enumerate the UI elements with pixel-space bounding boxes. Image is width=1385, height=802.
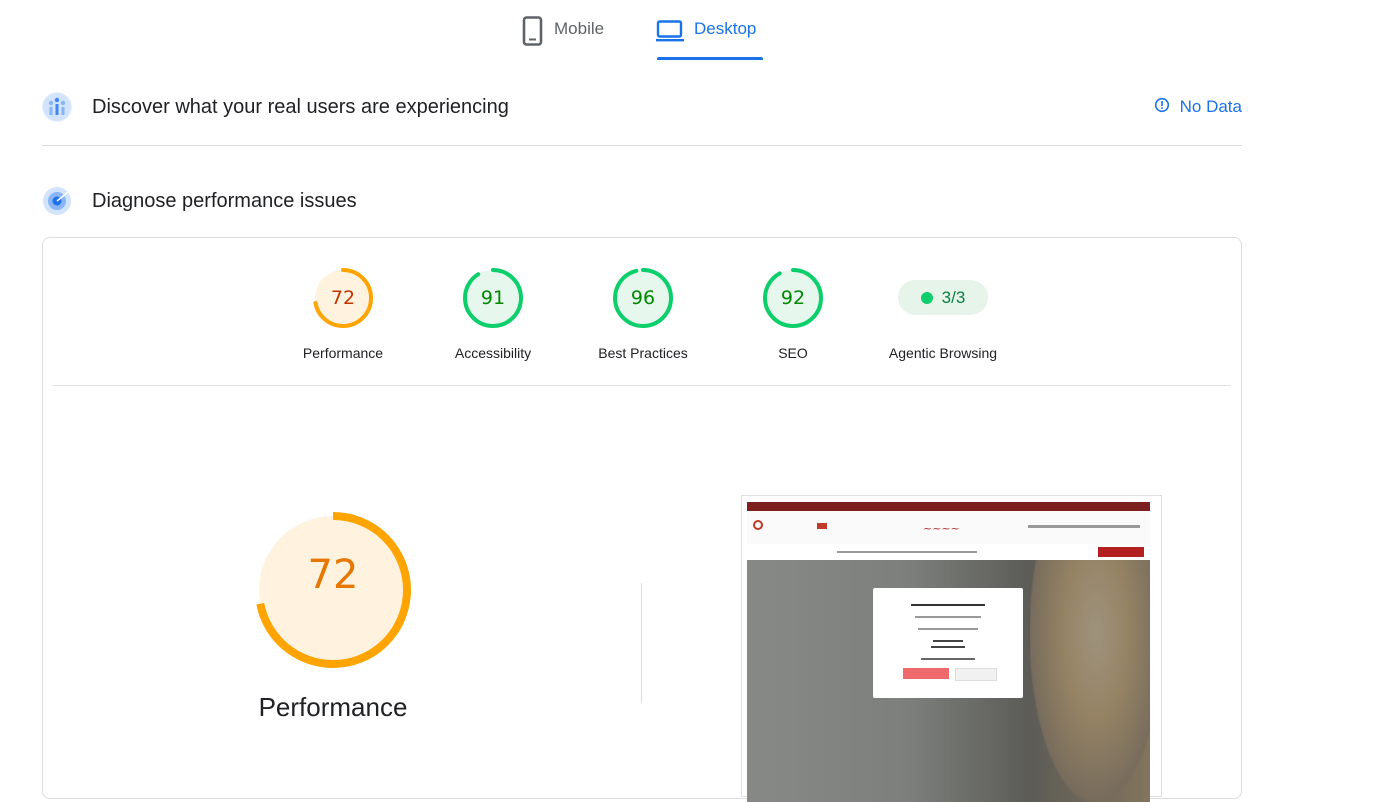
gauge-label: Best Practices (598, 345, 688, 361)
gauge-label: SEO (778, 345, 808, 361)
performance-main-score: 72 (307, 552, 359, 598)
screenshot-topbar (747, 502, 1150, 511)
active-tab-indicator (657, 57, 763, 60)
screenshot-image: ~~~~ (747, 502, 1150, 802)
gauge-accessibility[interactable]: 91 Accessibility (423, 267, 563, 361)
category-gauges: 72 Performance 91 Accessibility 96 Best … (43, 238, 1241, 386)
laptop-icon (656, 20, 684, 47)
screenshot-nav (747, 544, 1150, 560)
smartphone-icon (522, 16, 544, 51)
performance-main-label: Performance (258, 692, 408, 722)
gauge-best-practices[interactable]: 96 Best Practices (573, 267, 713, 361)
lighthouse-report-card: 72 Performance 91 Accessibility 96 Best … (42, 237, 1242, 802)
screenshot-modal (873, 588, 1023, 698)
field-data-section: Discover what your real users are experi… (42, 87, 1242, 127)
section-divider (42, 145, 1242, 146)
screenshot-logo: ~~~~ (923, 522, 960, 535)
gauge-score: 72 (330, 287, 356, 309)
tab-desktop-label: Desktop (694, 19, 757, 38)
gauge-label: Performance (302, 345, 384, 361)
info-icon (1154, 97, 1170, 118)
vertical-separator (641, 583, 642, 703)
tab-mobile[interactable]: Mobile (522, 12, 604, 60)
gauge-score: 96 (630, 287, 656, 309)
no-data-label: No Data (1179, 97, 1242, 116)
diagnose-title: Diagnose performance issues (92, 189, 357, 212)
tab-desktop[interactable]: Desktop (656, 12, 756, 60)
device-tabs: Mobile Desktop (0, 0, 1385, 60)
no-data-link[interactable]: No Data (1154, 87, 1242, 127)
diagnose-target-icon (42, 186, 72, 216)
screenshot-header: ~~~~ (747, 511, 1150, 545)
pass-dot-icon (920, 291, 933, 304)
gauge-score: 91 (480, 287, 506, 309)
gauge-agentic-browsing[interactable]: 3/3 Agentic Browsing (873, 267, 1013, 361)
gauge-performance[interactable]: 72 Performance (273, 267, 413, 361)
lab-data-section: Diagnose performance issues (42, 181, 1242, 221)
gauge-score: 92 (780, 287, 806, 309)
agentic-score-pill: 3/3 (898, 280, 988, 315)
card-divider (53, 385, 1231, 386)
tab-mobile-label: Mobile (554, 19, 605, 38)
field-data-title: Discover what your real users are experi… (92, 95, 509, 118)
users-chart-icon (42, 92, 72, 122)
agentic-score: 3/3 (941, 287, 966, 307)
gauge-label: Accessibility (454, 345, 532, 361)
gauge-seo[interactable]: 92 SEO (723, 267, 863, 361)
final-screenshot: ~~~~ (741, 495, 1162, 802)
gauge-label: Agentic Browsing (888, 345, 998, 361)
